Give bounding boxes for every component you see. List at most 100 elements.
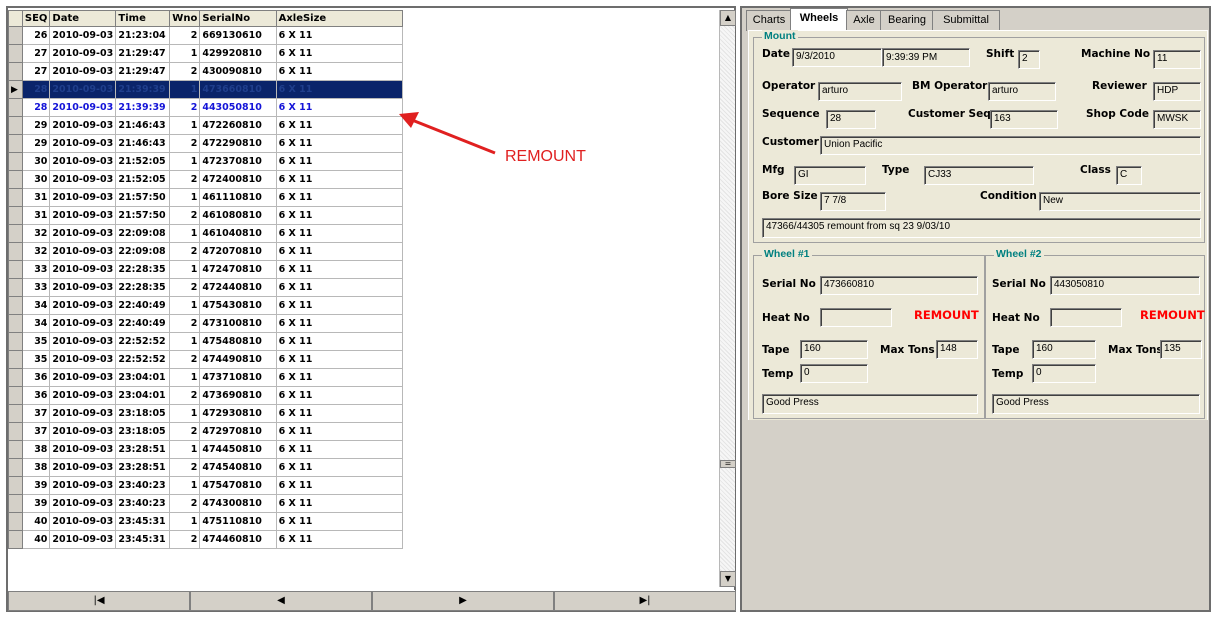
table-row[interactable]: 37 2010-09-03 23:18:05 2 472970810 6 X 11 [8,422,404,441]
cell-date[interactable]: 2010-09-03 [49,242,117,261]
cell-serialno[interactable]: 473660810 [199,80,277,99]
cell-axlesize[interactable]: 6 X 11 [275,350,404,369]
cell-date[interactable]: 2010-09-03 [49,458,117,477]
cell-axlesize[interactable]: 6 X 11 [275,260,404,279]
cell-axlesize[interactable]: 6 X 11 [275,224,404,243]
cell-serialno[interactable]: 472400810 [199,170,277,189]
cell-seq[interactable]: 38 [21,440,51,459]
table-row[interactable]: 40 2010-09-03 23:45:31 1 475110810 6 X 11 [8,512,404,531]
cell-serialno[interactable]: 473100810 [199,314,277,333]
cell-date[interactable]: 2010-09-03 [49,404,117,423]
row-indicator[interactable] [8,368,23,387]
reviewer-field[interactable]: HDP [1153,82,1201,101]
cell-axlesize[interactable]: 6 X 11 [275,530,404,549]
time-field[interactable]: 9:39:39 PM [882,48,970,67]
row-indicator[interactable] [8,530,23,549]
table-row[interactable]: 33 2010-09-03 22:28:35 1 472470810 6 X 11 [8,260,404,279]
cell-axlesize[interactable]: 6 X 11 [275,242,404,261]
cell-date[interactable]: 2010-09-03 [49,530,117,549]
cell-seq[interactable]: 37 [21,404,51,423]
table-row[interactable]: 28 2010-09-03 21:39:39 2 443050810 6 X 11 [8,98,404,117]
tab-charts[interactable]: Charts [746,10,792,31]
cell-axlesize[interactable]: 6 X 11 [275,170,404,189]
cell-wno[interactable]: 1 [169,404,201,423]
cell-seq[interactable]: 37 [21,422,51,441]
table-row[interactable]: 32 2010-09-03 22:09:08 1 461040810 6 X 11 [8,224,404,243]
cell-axlesize[interactable]: 6 X 11 [275,422,404,441]
cell-wno[interactable]: 1 [169,188,201,207]
cell-time[interactable]: 23:28:51 [115,458,171,477]
wheel-1-temp-field[interactable]: 0 [800,364,868,383]
cell-time[interactable]: 23:40:23 [115,476,171,495]
table-row[interactable]: 36 2010-09-03 23:04:01 1 473710810 6 X 11 [8,368,404,387]
wheel-2-max-tons-field[interactable]: 135 [1160,340,1202,359]
wheel-2-heat-field[interactable] [1050,308,1122,327]
cell-date[interactable]: 2010-09-03 [49,260,117,279]
table-row[interactable]: 40 2010-09-03 23:45:31 2 474460810 6 X 11 [8,530,404,549]
condition-field[interactable]: New [1039,192,1201,211]
cell-date[interactable]: 2010-09-03 [49,476,117,495]
tab-submittal[interactable]: Submittal [932,10,1000,31]
row-indicator[interactable] [8,296,23,315]
cell-time[interactable]: 21:39:39 [115,80,171,99]
cell-wno[interactable]: 1 [169,296,201,315]
scroll-thumb[interactable]: = [720,460,736,468]
cell-serialno[interactable]: 472290810 [199,134,277,153]
row-indicator[interactable] [8,458,23,477]
cell-axlesize[interactable]: 6 X 11 [275,314,404,333]
cell-date[interactable]: 2010-09-03 [49,314,117,333]
cell-wno[interactable]: 2 [169,530,201,549]
sequence-field[interactable]: 28 [826,110,876,129]
cell-serialno[interactable]: 475470810 [199,476,277,495]
cell-axlesize[interactable]: 6 X 11 [275,152,404,171]
cell-seq[interactable]: 28 [21,98,51,117]
cell-wno[interactable]: 2 [169,26,201,45]
cell-time[interactable]: 23:45:31 [115,530,171,549]
column-header-time[interactable]: Time [115,10,171,27]
table-row[interactable]: 30 2010-09-03 21:52:05 1 472370810 6 X 11 [8,152,404,171]
shop-code-field[interactable]: MWSK [1153,110,1201,129]
cell-time[interactable]: 21:46:43 [115,116,171,135]
cell-axlesize[interactable]: 6 X 11 [275,116,404,135]
cell-date[interactable]: 2010-09-03 [49,188,117,207]
cell-serialno[interactable]: 472370810 [199,152,277,171]
cell-time[interactable]: 22:28:35 [115,278,171,297]
tab-wheels[interactable]: Wheels [790,8,848,31]
cell-time[interactable]: 21:39:39 [115,98,171,117]
cell-serialno[interactable]: 473710810 [199,368,277,387]
cell-seq[interactable]: 35 [21,332,51,351]
cell-wno[interactable]: 2 [169,422,201,441]
row-indicator[interactable] [8,476,23,495]
cell-wno[interactable]: 2 [169,278,201,297]
customer-field[interactable]: Union Pacific [820,136,1201,155]
operator-field[interactable]: arturo [818,82,902,101]
cell-wno[interactable]: 2 [169,170,201,189]
cell-time[interactable]: 21:29:47 [115,44,171,63]
bm-operator-field[interactable]: arturo [988,82,1056,101]
cell-date[interactable]: 2010-09-03 [49,512,117,531]
cell-seq[interactable]: 40 [21,512,51,531]
row-indicator[interactable] [8,206,23,225]
cell-seq[interactable]: 31 [21,206,51,225]
row-indicator[interactable] [8,440,23,459]
column-header-date[interactable]: Date [49,10,117,27]
cell-date[interactable]: 2010-09-03 [49,116,117,135]
cell-serialno[interactable]: 472070810 [199,242,277,261]
row-indicator[interactable] [8,224,23,243]
row-indicator[interactable] [8,332,23,351]
cell-axlesize[interactable]: 6 X 11 [275,332,404,351]
table-row[interactable]: 35 2010-09-03 22:52:52 1 475480810 6 X 11 [8,332,404,351]
row-indicator[interactable] [8,386,23,405]
cell-time[interactable]: 21:57:50 [115,188,171,207]
cell-date[interactable]: 2010-09-03 [49,368,117,387]
cell-wno[interactable]: 1 [169,152,201,171]
row-indicator[interactable] [8,512,23,531]
table-row[interactable]: 27 2010-09-03 21:29:47 2 430090810 6 X 11 [8,62,404,81]
machine-no-field[interactable]: 11 [1153,50,1201,69]
table-row[interactable]: ▶ 28 2010-09-03 21:39:39 1 473660810 6 X 11 [8,80,404,99]
cell-wno[interactable]: 1 [169,476,201,495]
mount-note-field[interactable]: 47366/44305 remount from sq 23 9/03/10 [762,218,1201,238]
cell-time[interactable]: 22:40:49 [115,314,171,333]
cell-seq[interactable]: 26 [21,26,51,45]
cell-seq[interactable]: 38 [21,458,51,477]
